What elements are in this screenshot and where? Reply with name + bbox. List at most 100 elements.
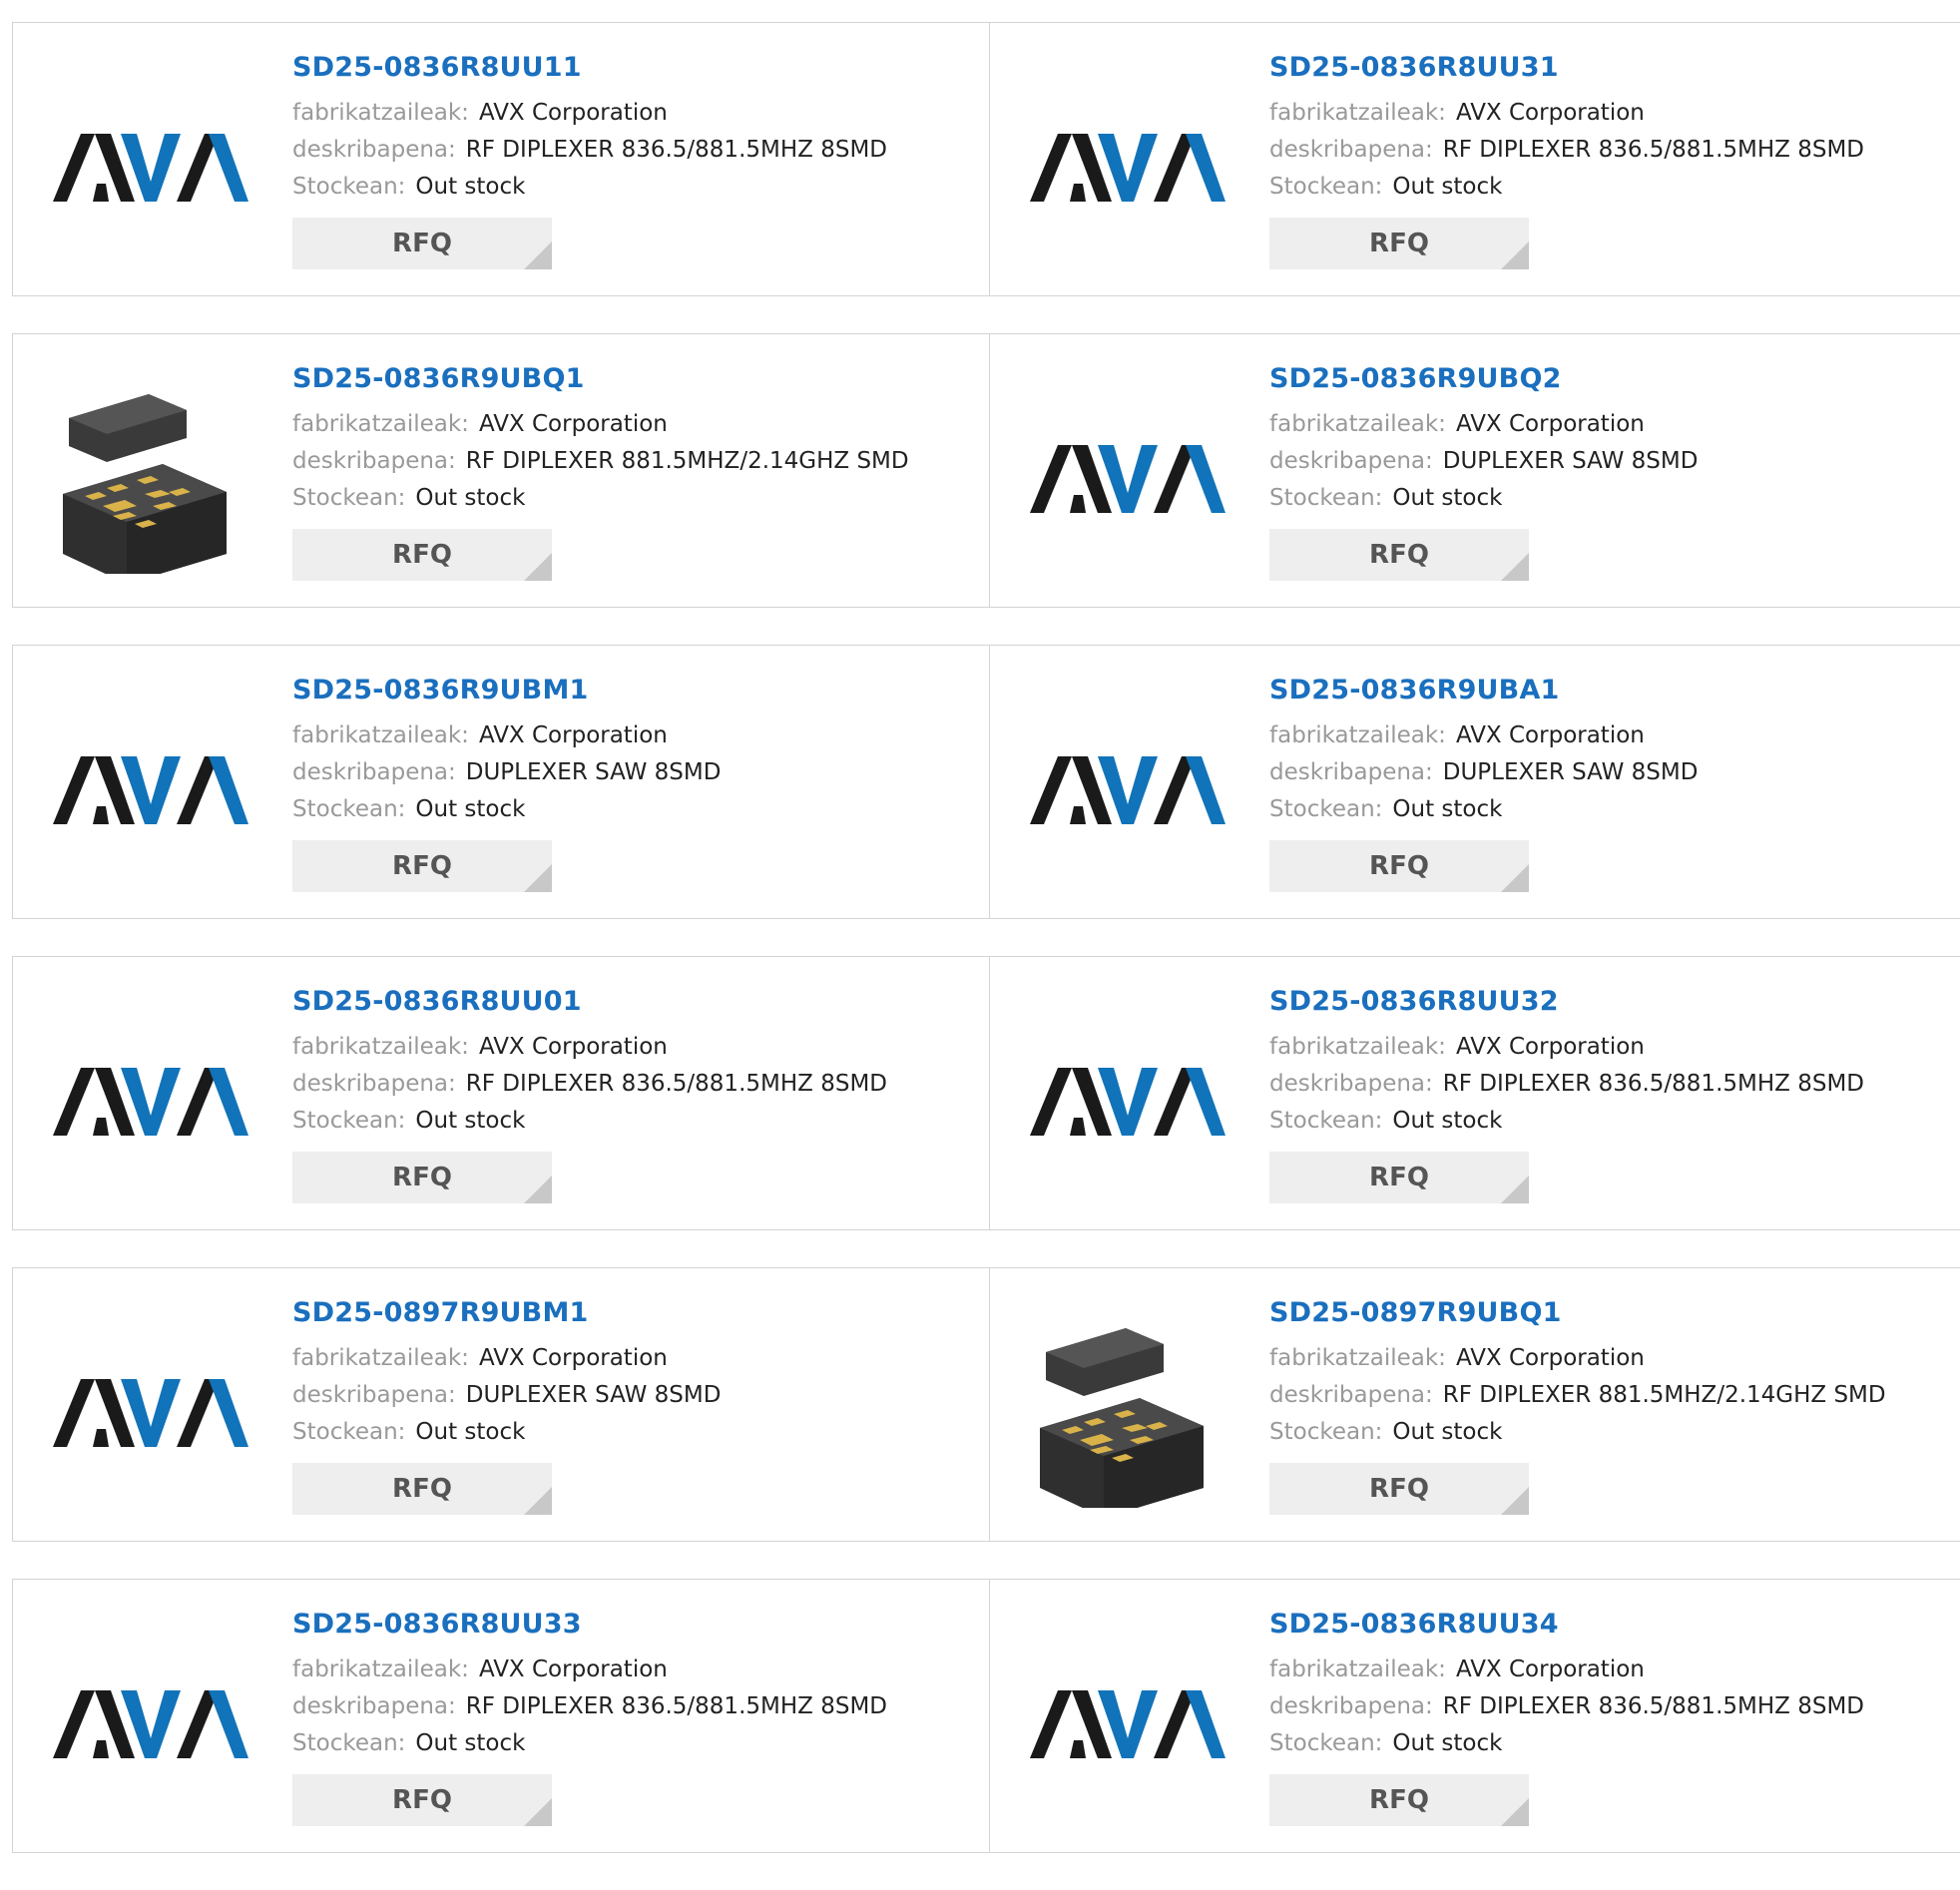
rfq-label: RFQ [392, 1163, 452, 1192]
part-number-link[interactable]: SD25-0897R9UBM1 [292, 1296, 721, 1330]
product-info: SD25-0836R8UU32 fabrikatzaileak: AVX Corp… [1269, 985, 1864, 1203]
rfq-button[interactable]: RFQ [1269, 1774, 1529, 1826]
stock-label: Stockean: [1269, 796, 1383, 822]
description-line: deskribapena: DUPLEXER SAW 8SMD [1269, 443, 1698, 480]
part-number-link[interactable]: SD25-0836R8UU32 [1269, 985, 1864, 1019]
description-value: RF DIPLEXER 836.5/881.5MHZ 8SMD [465, 1071, 888, 1097]
manufacturer-line: fabrikatzaileak: AVX Corporation [292, 1652, 887, 1688]
part-number-link[interactable]: SD25-0836R8UU34 [1269, 1608, 1864, 1642]
manufacturer-line: fabrikatzaileak: AVX Corporation [1269, 1652, 1864, 1688]
product-info: SD25-0836R8UU31 fabrikatzaileak: AVX Corp… [1269, 51, 1864, 269]
product-card: SD25-0836R8UU01 fabrikatzaileak: AVX Corp… [13, 957, 989, 1229]
manufacturer-label: fabrikatzaileak: [292, 1656, 469, 1682]
stock-label: Stockean: [1269, 1419, 1383, 1445]
manufacturer-label: fabrikatzaileak: [292, 1345, 469, 1371]
description-line: deskribapena: RF DIPLEXER 836.5/881.5MHZ … [292, 132, 887, 169]
manufacturer-label: fabrikatzaileak: [292, 722, 469, 748]
corner-triangle-icon [1501, 553, 1529, 581]
product-image[interactable] [51, 1007, 250, 1196]
manufacturer-value: AVX Corporation [478, 1034, 668, 1060]
avx-logo-icon [53, 756, 248, 824]
manufacturer-label: fabrikatzaileak: [1269, 1345, 1446, 1371]
avx-logo-icon [53, 1379, 248, 1447]
description-line: deskribapena: DUPLEXER SAW 8SMD [292, 754, 721, 791]
manufacturer-label: fabrikatzaileak: [1269, 1656, 1446, 1682]
rfq-label: RFQ [392, 229, 452, 258]
product-image[interactable] [51, 73, 250, 262]
description-line: deskribapena: RF DIPLEXER 881.5MHZ/2.14GH… [1269, 1377, 1886, 1414]
product-image[interactable] [1028, 1630, 1227, 1819]
product-image[interactable] [1028, 73, 1227, 262]
corner-triangle-icon [1501, 1487, 1529, 1515]
part-number-link[interactable]: SD25-0836R8UU11 [292, 51, 887, 85]
rfq-button[interactable]: RFQ [292, 1774, 552, 1826]
corner-triangle-icon [1501, 241, 1529, 269]
stock-value: Out stock [415, 796, 526, 822]
rfq-button[interactable]: RFQ [292, 840, 552, 892]
product-image[interactable] [51, 1318, 250, 1508]
stock-line: Stockean: Out stock [292, 169, 887, 206]
part-number-link[interactable]: SD25-0836R9UBQ1 [292, 362, 909, 396]
product-info: SD25-0897R9UBM1 fabrikatzaileak: AVX Corp… [292, 1296, 721, 1515]
stock-line: Stockean: Out stock [1269, 1725, 1864, 1762]
manufacturer-value: AVX Corporation [1455, 1034, 1645, 1060]
manufacturer-value: AVX Corporation [478, 1345, 668, 1371]
stock-label: Stockean: [292, 174, 406, 200]
product-image[interactable] [51, 384, 250, 574]
description-line: deskribapena: DUPLEXER SAW 8SMD [292, 1377, 721, 1414]
description-value: RF DIPLEXER 836.5/881.5MHZ 8SMD [1442, 1071, 1865, 1097]
rfq-button[interactable]: RFQ [292, 1152, 552, 1203]
product-image[interactable] [51, 696, 250, 885]
description-value: RF DIPLEXER 881.5MHZ/2.14GHZ SMD [465, 448, 909, 474]
product-row: SD25-0836R8UU11 fabrikatzaileak: AVX Corp… [12, 22, 1960, 296]
part-number-link[interactable]: SD25-0836R9UBM1 [292, 674, 721, 708]
manufacturer-value: AVX Corporation [478, 100, 668, 126]
manufacturer-value: AVX Corporation [478, 411, 668, 437]
rfq-button[interactable]: RFQ [1269, 1463, 1529, 1515]
rfq-button[interactable]: RFQ [292, 218, 552, 269]
rfq-button[interactable]: RFQ [1269, 1152, 1529, 1203]
product-info: SD25-0836R8UU11 fabrikatzaileak: AVX Corp… [292, 51, 887, 269]
product-info: SD25-0836R8UU01 fabrikatzaileak: AVX Corp… [292, 985, 887, 1203]
product-image[interactable] [1028, 696, 1227, 885]
stock-value: Out stock [415, 1419, 526, 1445]
rfq-button[interactable]: RFQ [1269, 218, 1529, 269]
description-label: deskribapena: [292, 137, 456, 163]
description-label: deskribapena: [1269, 759, 1433, 785]
part-number-link[interactable]: SD25-0836R9UBA1 [1269, 674, 1698, 708]
description-label: deskribapena: [292, 1071, 456, 1097]
product-row: SD25-0836R9UBM1 fabrikatzaileak: AVX Corp… [12, 645, 1960, 919]
stock-value: Out stock [1392, 485, 1503, 511]
rfq-button[interactable]: RFQ [292, 1463, 552, 1515]
stock-value: Out stock [1392, 796, 1503, 822]
product-card: SD25-0897R9UBQ1 fabrikatzaileak: AVX Corp… [989, 1268, 1960, 1541]
stock-line: Stockean: Out stock [1269, 1103, 1864, 1140]
manufacturer-value: AVX Corporation [1455, 100, 1645, 126]
stock-line: Stockean: Out stock [292, 1725, 887, 1762]
description-line: deskribapena: RF DIPLEXER 836.5/881.5MHZ … [1269, 1066, 1864, 1103]
part-number-link[interactable]: SD25-0836R9UBQ2 [1269, 362, 1698, 396]
manufacturer-line: fabrikatzaileak: AVX Corporation [1269, 406, 1698, 443]
rfq-button[interactable]: RFQ [292, 529, 552, 581]
avx-logo-icon [53, 1690, 248, 1758]
stock-label: Stockean: [1269, 174, 1383, 200]
product-image[interactable] [1028, 1007, 1227, 1196]
stock-value: Out stock [1392, 1108, 1503, 1134]
part-number-link[interactable]: SD25-0836R8UU01 [292, 985, 887, 1019]
rfq-button[interactable]: RFQ [1269, 529, 1529, 581]
manufacturer-line: fabrikatzaileak: AVX Corporation [1269, 1029, 1864, 1066]
product-image[interactable] [51, 1630, 250, 1819]
product-image[interactable] [1028, 384, 1227, 574]
product-row: SD25-0836R8UU01 fabrikatzaileak: AVX Corp… [12, 956, 1960, 1230]
product-image[interactable] [1028, 1318, 1227, 1508]
corner-triangle-icon [524, 1176, 552, 1203]
description-line: deskribapena: RF DIPLEXER 836.5/881.5MHZ … [292, 1066, 887, 1103]
part-number-link[interactable]: SD25-0836R8UU31 [1269, 51, 1864, 85]
corner-triangle-icon [1501, 1798, 1529, 1826]
rfq-button[interactable]: RFQ [1269, 840, 1529, 892]
product-card: SD25-0897R9UBM1 fabrikatzaileak: AVX Corp… [13, 1268, 989, 1541]
part-number-link[interactable]: SD25-0897R9UBQ1 [1269, 1296, 1886, 1330]
stock-line: Stockean: Out stock [292, 791, 721, 828]
part-number-link[interactable]: SD25-0836R8UU33 [292, 1608, 887, 1642]
rfq-label: RFQ [1369, 1163, 1429, 1192]
